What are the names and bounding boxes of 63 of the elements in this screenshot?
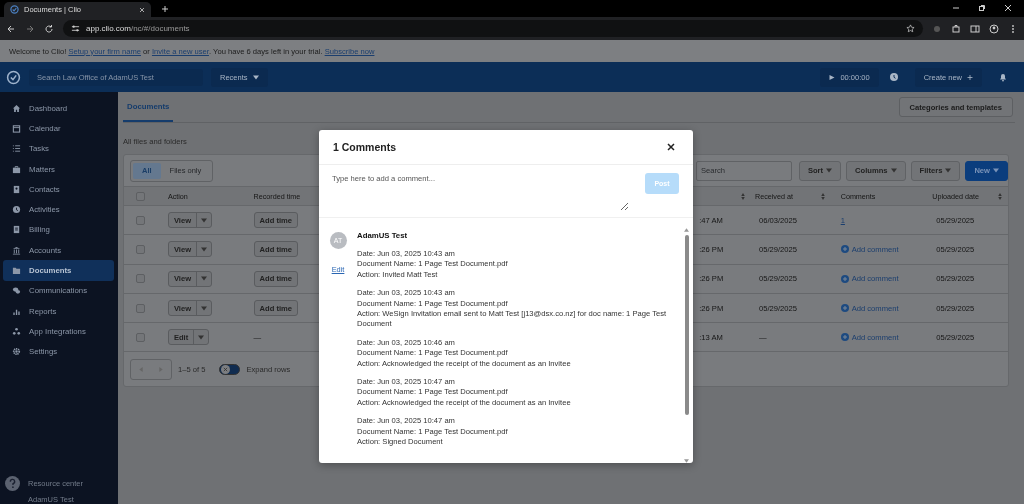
caret-icon [198, 334, 205, 340]
caret-icon [890, 168, 897, 173]
caret-icon [945, 168, 952, 173]
dialog-title: 1 Comments [333, 141, 396, 153]
row-checkbox[interactable] [136, 303, 145, 313]
list-icon [12, 144, 21, 154]
scrollbar[interactable] [683, 228, 690, 463]
close-icon[interactable] [667, 143, 675, 151]
chat-icon [12, 286, 21, 296]
sidebar-icon[interactable] [970, 23, 980, 34]
scroll-up-icon[interactable] [684, 228, 689, 232]
caret-icon [201, 217, 208, 223]
reload-icon[interactable] [44, 23, 54, 34]
caret-icon [252, 74, 259, 80]
restore-icon[interactable] [978, 4, 986, 12]
clock-icon[interactable] [888, 72, 899, 82]
caret-icon [201, 276, 208, 282]
caret-icon [201, 305, 208, 311]
home-icon [12, 103, 21, 113]
row-checkbox[interactable] [136, 215, 145, 225]
row-checkbox[interactable] [136, 274, 145, 284]
calendar-icon [12, 123, 21, 133]
row-checkbox[interactable] [136, 332, 145, 342]
forward-icon[interactable] [25, 23, 35, 34]
star-icon[interactable] [906, 24, 915, 33]
bell-icon[interactable] [998, 72, 1008, 82]
play-icon [829, 74, 836, 80]
extension-icon[interactable] [932, 23, 942, 34]
gear-icon [12, 347, 21, 357]
profile-icon[interactable] [989, 23, 999, 34]
receipt-icon [12, 225, 21, 235]
sort-icon[interactable] [820, 192, 825, 200]
close-icon[interactable] [139, 6, 145, 13]
clock-icon [12, 205, 21, 215]
plus-circle-icon [840, 245, 849, 254]
plus-circle-icon [840, 333, 849, 342]
sort-icon[interactable] [741, 192, 745, 200]
expand-rows-toggle[interactable] [219, 364, 241, 375]
plus-circle-icon [840, 304, 849, 313]
sort-icon[interactable] [998, 192, 1002, 200]
scroll-down-icon[interactable] [684, 459, 689, 463]
briefcase-icon [12, 164, 21, 174]
site-settings-icon[interactable] [71, 24, 80, 33]
caret-icon [826, 168, 833, 173]
plus-icon [967, 74, 973, 80]
plus-circle-icon [840, 274, 849, 283]
caret-icon [993, 168, 999, 173]
minimize-icon[interactable] [952, 4, 960, 12]
back-icon[interactable] [6, 23, 16, 34]
address-bar[interactable]: app.clio.com/nc/#/documents [63, 20, 923, 37]
logo-icon [10, 5, 19, 14]
puzzle-icon[interactable] [951, 23, 961, 34]
x-icon [223, 367, 229, 372]
row-checkbox[interactable] [136, 244, 145, 254]
new-tab-icon[interactable] [161, 5, 169, 13]
bank-icon [12, 245, 21, 255]
url-text: app.clio.com/nc/#/documents [86, 24, 190, 33]
help-icon [5, 476, 20, 491]
logo-icon[interactable] [6, 69, 21, 85]
caret-icon [201, 246, 208, 252]
card-icon [12, 184, 21, 194]
folder-icon [12, 266, 21, 275]
apps-icon [12, 326, 21, 336]
